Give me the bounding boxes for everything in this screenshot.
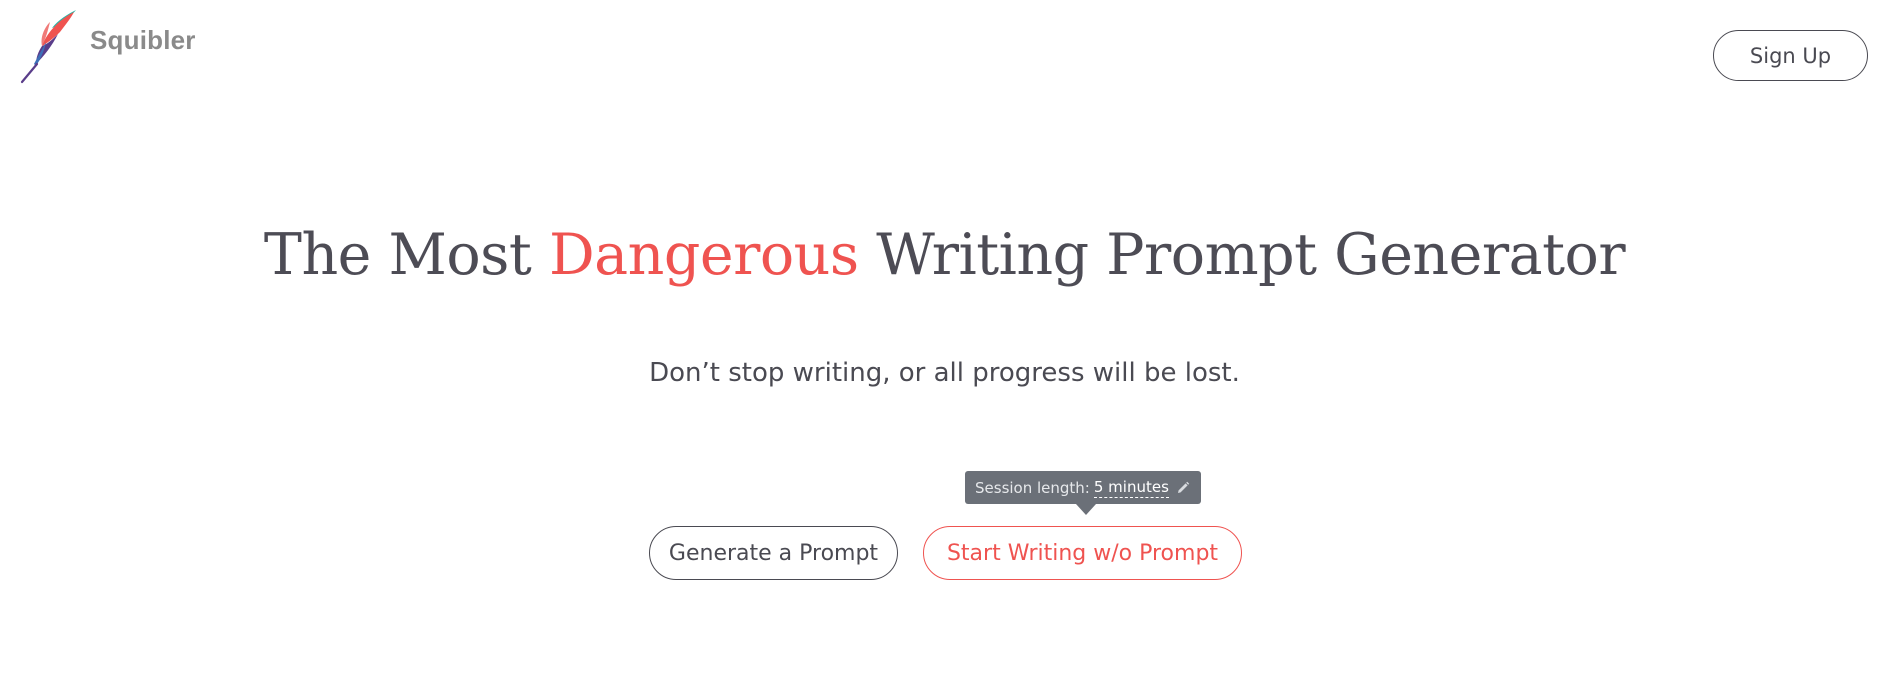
brand-logo[interactable]: Squibler [18,8,196,84]
page-title: The Most Dangerous Writing Prompt Genera… [0,222,1889,288]
session-length-tooltip: Session length: 5 minutes [965,471,1201,515]
title-part-2: Writing Prompt Generator [858,222,1626,288]
session-length-value[interactable]: 5 minutes [1093,478,1169,498]
title-part-1: The Most [263,222,549,288]
generate-prompt-button[interactable]: Generate a Prompt [649,526,898,580]
session-length-label: Session length: [975,478,1090,497]
tagline: Don’t stop writing, or all progress will… [649,358,1240,388]
sign-up-button[interactable]: Sign Up [1713,30,1868,81]
title-accent-word: Dangerous [548,222,859,288]
brand-name: Squibler [90,24,196,55]
site-header: Squibler Sign Up [0,0,1889,110]
start-writing-button[interactable]: Start Writing w/o Prompt [923,526,1242,580]
feather-quill-icon [20,10,76,84]
pencil-icon[interactable] [1176,481,1190,495]
